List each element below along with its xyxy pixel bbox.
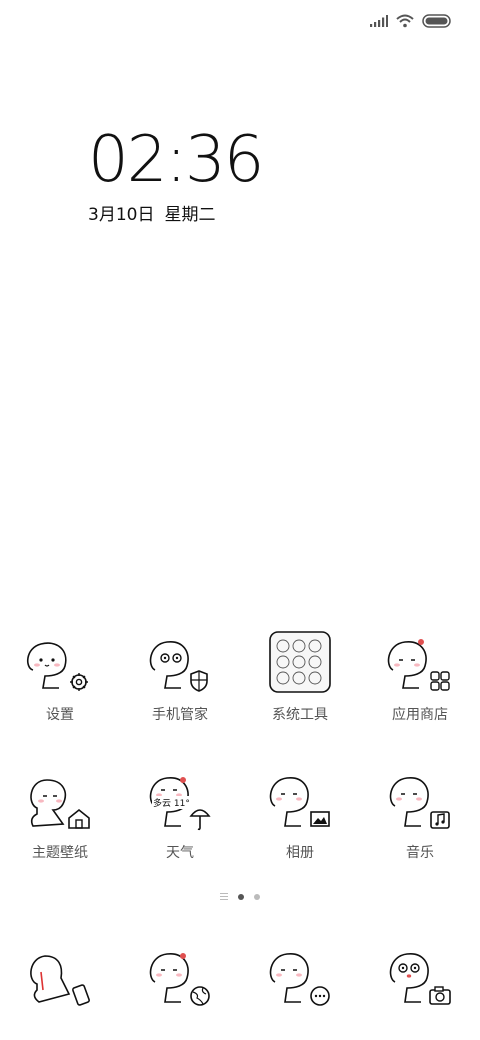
music-icon (383, 768, 457, 832)
clock-time: 02:36 (88, 123, 264, 197)
dock-browser[interactable] (120, 944, 240, 1008)
app-row-2: 主题壁纸 多云 11° 天气 相册 音乐 (0, 768, 480, 862)
app-label: 音乐 (406, 845, 434, 861)
status-bar (370, 10, 452, 32)
messages-icon (263, 944, 337, 1008)
weekday-text: 星期二 (164, 205, 216, 225)
app-gallery[interactable]: 相册 (240, 768, 360, 862)
dock (0, 944, 480, 1008)
app-weather[interactable]: 多云 11° 天气 (120, 768, 240, 862)
signal-icon (370, 15, 388, 27)
dock-messages[interactable] (240, 944, 360, 1008)
app-music[interactable]: 音乐 (360, 768, 480, 862)
wifi-icon (396, 14, 414, 28)
battery-icon (422, 14, 451, 28)
theme-icon (23, 768, 97, 832)
security-icon (143, 630, 217, 694)
camera-icon (383, 944, 457, 1008)
app-label: 相册 (286, 845, 314, 861)
app-label: 手机管家 (152, 707, 208, 723)
clock-date: 3月10日 星期二 (88, 200, 288, 225)
page-dot-2[interactable] (254, 893, 260, 900)
weather-text: 多云 11° (152, 796, 191, 809)
browser-icon (143, 944, 217, 1008)
app-themes[interactable]: 主题壁纸 (0, 768, 120, 862)
app-label: 设置 (46, 707, 74, 723)
phone-icon (23, 944, 97, 1008)
clock-widget[interactable]: 02:36 3月10日 星期二 (88, 128, 288, 225)
app-store-icon (383, 630, 457, 694)
app-system-tools[interactable]: 系统工具 (240, 630, 360, 724)
app-row-1: 设置 手机管家 系统工具 应用商店 (0, 630, 480, 724)
app-app-store[interactable]: 应用商店 (360, 630, 480, 724)
weather-icon: 多云 11° (143, 768, 217, 832)
app-label: 应用商店 (392, 707, 448, 723)
page-indicator[interactable] (0, 893, 480, 900)
app-settings[interactable]: 设置 (0, 630, 120, 724)
dock-phone[interactable] (0, 944, 120, 1008)
dock-camera[interactable] (360, 944, 480, 1008)
app-label: 天气 (166, 845, 194, 861)
app-phone-manager[interactable]: 手机管家 (120, 630, 240, 724)
app-label: 系统工具 (272, 707, 328, 723)
menu-lines-icon (220, 893, 228, 900)
page-dot-1[interactable] (238, 893, 244, 900)
settings-icon (23, 630, 97, 694)
folder-icon (263, 630, 337, 694)
date-text: 3月10日 (88, 205, 155, 225)
gallery-icon (263, 768, 337, 832)
app-label: 主题壁纸 (32, 845, 88, 861)
